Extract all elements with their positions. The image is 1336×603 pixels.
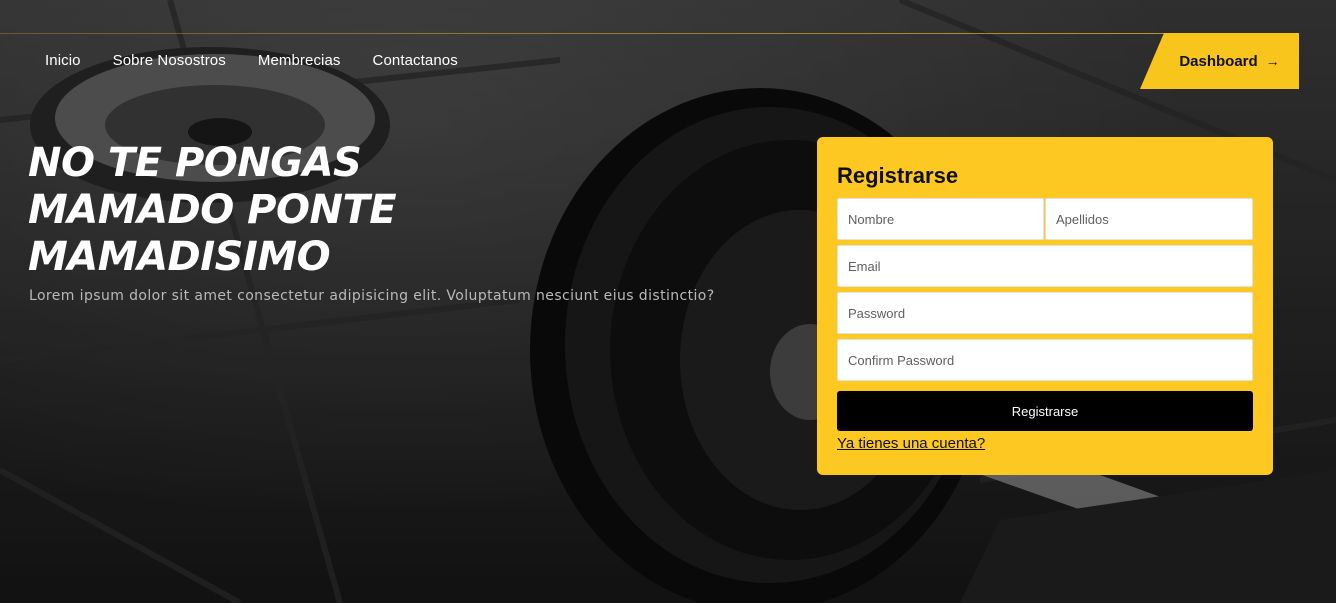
email-input[interactable] [837,245,1253,287]
login-link[interactable]: Ya tienes una cuenta? [837,435,985,452]
dashboard-button[interactable]: Dashboard → [1140,33,1299,89]
nav-item-contactanos[interactable]: Contactanos [373,52,458,69]
register-submit-button[interactable]: Registrarse [837,391,1253,431]
last-name-input[interactable] [1045,198,1253,240]
password-input[interactable] [837,292,1253,334]
confirm-password-input[interactable] [837,339,1253,381]
register-form: Registrarse Registrarse Ya tienes una cu… [817,137,1273,475]
first-name-input[interactable] [837,198,1044,240]
dashboard-button-label: Dashboard [1179,52,1258,70]
register-title: Registrarse [837,163,959,188]
hero-title: NO TE PONGAS MAMADO PONTE MAMADISIMO [28,140,397,280]
arrow-right-icon: → [1265,53,1280,69]
nav-item-membrecias[interactable]: Membrecias [258,52,341,69]
hero-description: Lorem ipsum dolor sit amet consectetur a… [29,288,715,304]
header-divider-line [0,33,1165,34]
nav-item-sobre-nosotros[interactable]: Sobre Nosostros [113,52,226,69]
main-nav: Inicio Sobre Nosostros Membrecias Contac… [45,52,458,69]
nav-item-inicio[interactable]: Inicio [45,52,81,69]
